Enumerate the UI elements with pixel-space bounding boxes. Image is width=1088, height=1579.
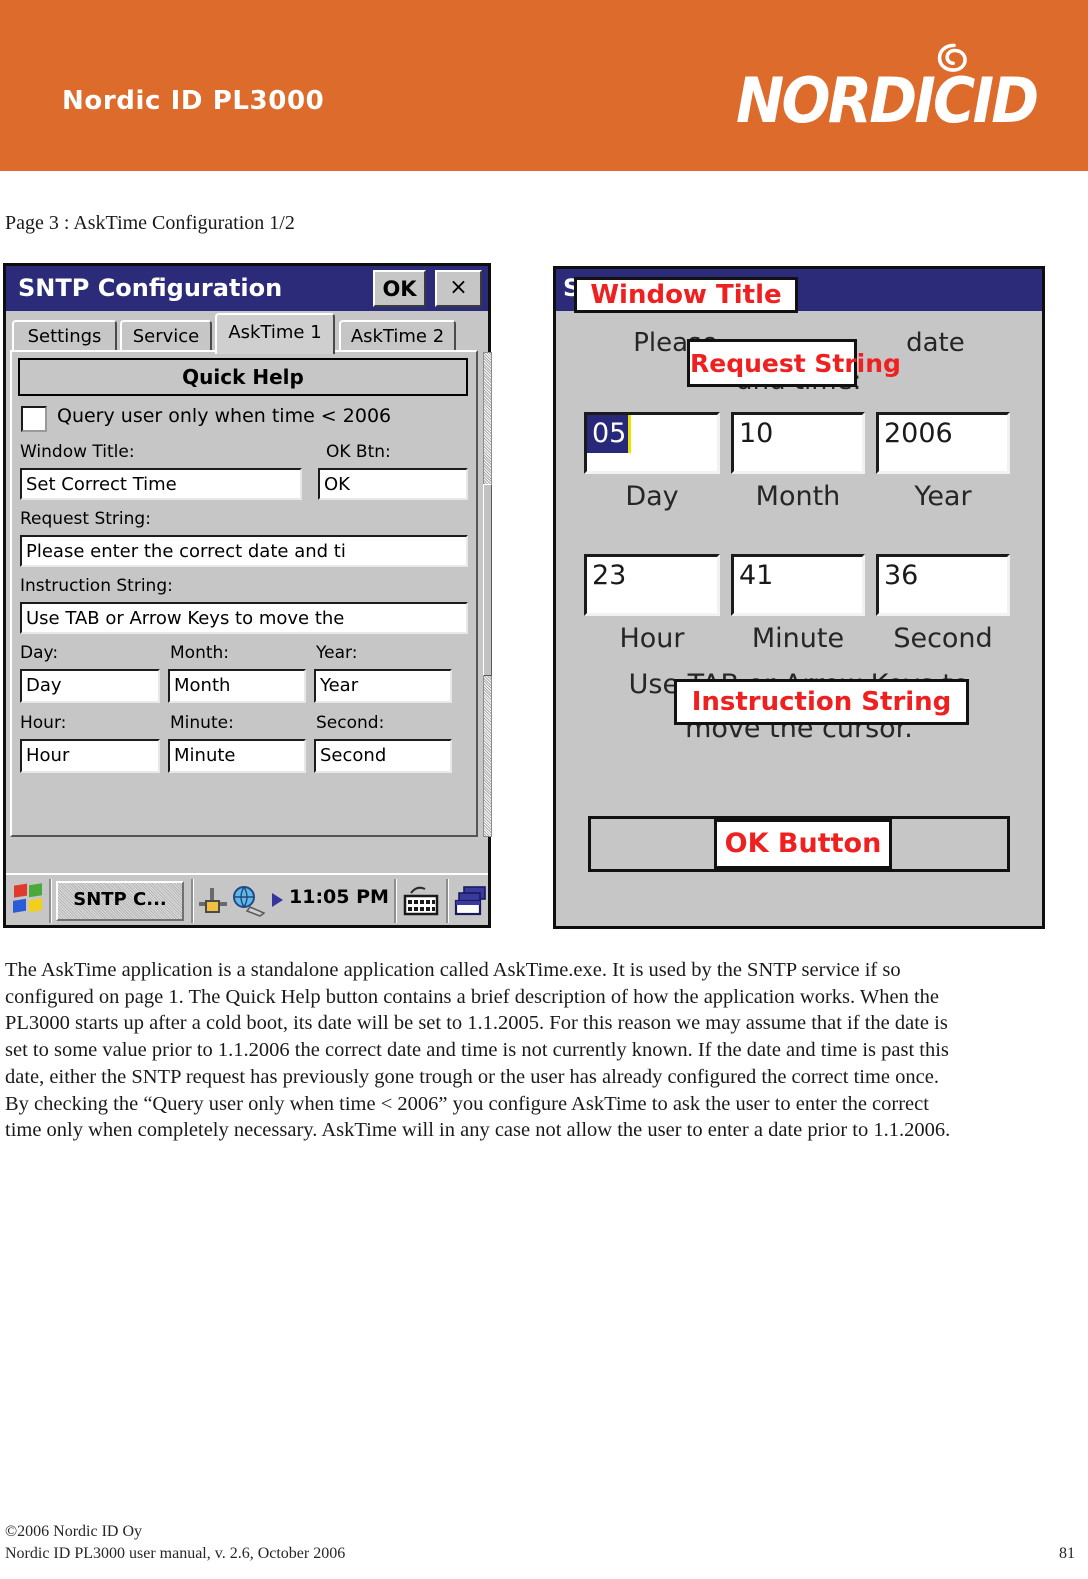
asktime-day-caption: Day [625,481,679,512]
asktime-day-input[interactable]: 05 [584,412,720,474]
callout-instruction-string: Instruction String [674,679,969,725]
hour-input[interactable]: Hour [20,739,160,773]
taskbar-clock[interactable]: 11:05 PM [289,886,389,908]
month-input[interactable]: Month [168,669,306,703]
asktime-minute-caption: Minute [751,623,845,654]
asktime-year-value: 2006 [884,418,953,449]
request-text-after: date [906,328,965,358]
minute-label: Minute: [170,713,234,733]
asktime-month-caption: Month [755,481,841,512]
globe-network-icon[interactable] [230,885,268,917]
windows-flag-icon[interactable] [12,883,46,917]
keyboard-icon[interactable] [402,884,440,918]
connection-icon[interactable] [198,887,228,915]
asktime-month-input[interactable]: 10 [731,412,865,474]
request-string-label: Request String: [20,509,151,529]
asktime-year-input[interactable]: 2006 [876,412,1010,474]
window-title-input[interactable]: Set Correct Time [20,468,302,500]
instruction-string-label: Instruction String: [20,576,173,596]
second-input-value: Second [320,745,387,766]
asktime-hour-input[interactable]: 23 [584,554,720,616]
callout-request-string: Request String [687,339,901,387]
asktime-month-value: 10 [739,418,774,449]
sntp-tabstrip: Settings Service AskTime 1 AskTime 2 [6,311,488,354]
request-string-input-value: Please enter the correct date and ti [26,541,346,562]
asktime-second-caption: Second [893,623,993,654]
year-label: Year: [316,643,358,663]
month-label: Month: [170,643,230,663]
tab-service[interactable]: Service [120,320,212,353]
vertical-scrollbar-thumb[interactable] [483,484,492,676]
sntp-window-title: SNTP Configuration [18,274,283,302]
instruction-string-input-value: Use TAB or Arrow Keys to move the [26,608,345,629]
second-input[interactable]: Second [314,739,452,773]
page-title: Nordic ID PL3000 [62,86,325,116]
body-paragraph: The AskTime application is a standalone … [5,959,951,1142]
page-footer: ©2006 Nordic ID Oy Nordic ID PL3000 user… [5,1521,1083,1565]
tab-settings[interactable]: Settings [12,320,117,353]
nordic-id-logo: NORDICID [736,42,1039,142]
taskbar-divider [49,879,52,923]
day-input-value: Day [26,675,62,696]
query-user-checkbox-label: Query user only when time < 2006 [57,405,392,427]
minute-input[interactable]: Minute [168,739,306,773]
sntp-ok-button[interactable]: OK [373,270,426,307]
second-label: Second: [316,713,385,733]
callout-ok-button: OK Button [714,819,892,869]
windows-ce-taskbar: SNTP C... 11:05 PM [6,873,488,925]
footer-manual-info: Nordic ID PL3000 user manual, v. 2.6, Oc… [5,1543,1083,1565]
header-banner: Nordic ID PL3000 NORDICID [0,0,1088,171]
hour-label: Hour: [20,713,67,733]
play-arrow-icon[interactable] [272,893,283,907]
ok-btn-label: OK Btn: [326,442,391,462]
callout-window-title: Window Title [574,277,798,313]
request-string-input[interactable]: Please enter the correct date and ti [20,535,468,567]
sntp-configuration-window: SNTP Configuration OK × Settings Service… [3,263,492,928]
asktime-hour-caption: Hour [619,623,685,654]
logo-wordmark: NORDICID [736,64,1039,137]
tab-asktime-2[interactable]: AskTime 2 [339,320,456,353]
asktime-second-input[interactable]: 36 [876,554,1010,616]
asktime-second-value: 36 [884,560,919,591]
close-icon[interactable]: × [435,270,482,307]
asktime-minute-input[interactable]: 41 [731,554,865,616]
hour-input-value: Hour [26,745,70,766]
window-title-input-value: Set Correct Time [26,474,177,495]
window-title-label: Window Title: [20,442,135,462]
footer-copyright: ©2006 Nordic ID Oy [5,1523,143,1540]
taskbar-divider [446,879,449,923]
minute-input-value: Minute [174,745,236,766]
show-desktop-icon[interactable] [454,884,488,918]
instruction-string-input[interactable]: Use TAB or Arrow Keys to move the [20,602,468,634]
day-input[interactable]: Day [20,669,160,703]
sntp-asktime1-panel: Quick Help Query user only when time < 2… [10,350,478,837]
footer-page-number: 81 [1059,1545,1075,1562]
sntp-titlebar: SNTP Configuration OK × [6,266,488,311]
ok-btn-input-value: OK [324,474,350,495]
year-input[interactable]: Year [314,669,452,703]
asktime-year-caption: Year [914,481,972,512]
quick-help-button[interactable]: Quick Help [18,358,468,396]
day-label: Day: [20,643,59,663]
asktime-minute-value: 41 [739,560,774,591]
taskbar-divider [191,879,194,923]
taskbar-divider [394,879,397,923]
asktime-dialog-window: Set Correct Time Window Title Please dat… [553,266,1045,929]
ok-btn-input[interactable]: OK [318,468,468,500]
tab-asktime-1[interactable]: AskTime 1 [215,313,335,354]
taskbar-button-sntp[interactable]: SNTP C... [56,881,184,921]
asktime-hour-value: 23 [592,560,627,591]
year-input-value: Year [320,675,359,696]
month-input-value: Month [174,675,231,696]
page-caption: Page 3 : AskTime Configuration 1/2 [5,212,295,234]
asktime-day-value: 05 [587,415,632,453]
footer-manual-text: Nordic ID PL3000 user manual, v. 2.6, Oc… [5,1545,346,1562]
query-user-checkbox[interactable] [21,406,47,432]
